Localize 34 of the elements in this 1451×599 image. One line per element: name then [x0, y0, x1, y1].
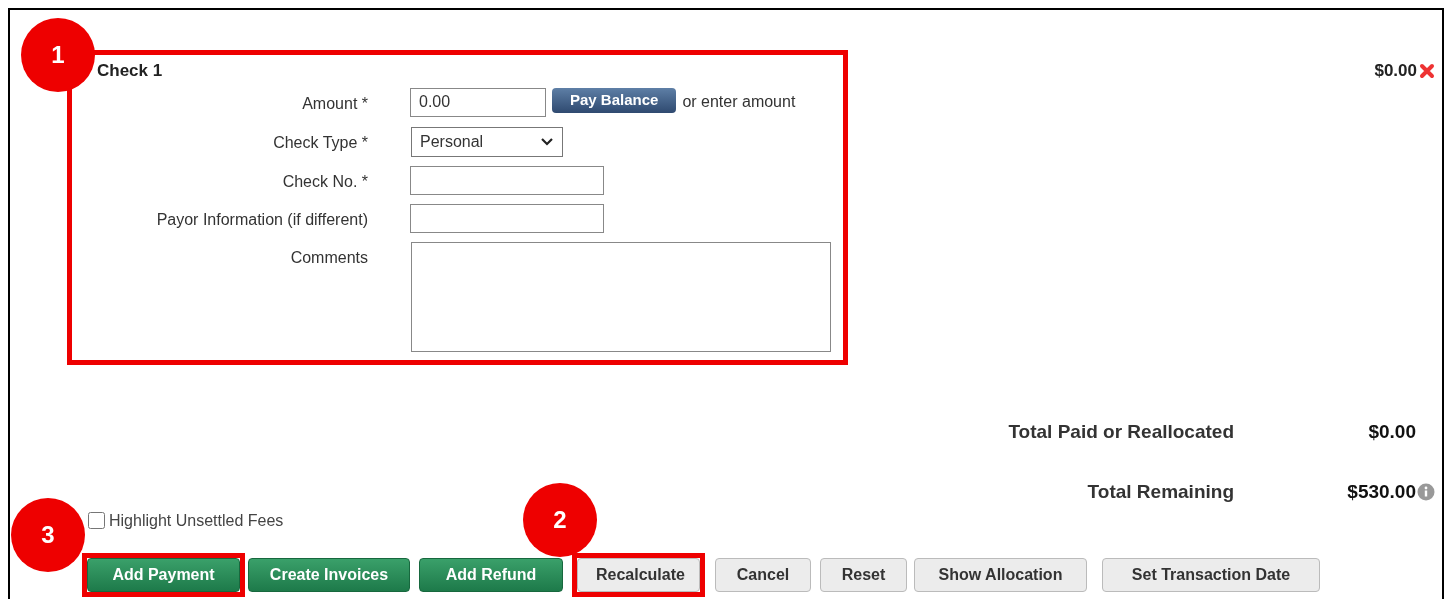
- callout-badge: 2: [523, 483, 597, 557]
- delete-icon[interactable]: [1419, 62, 1435, 79]
- total-value: $530.00: [1346, 480, 1416, 504]
- action-button[interactable]: Reset: [820, 557, 907, 592]
- action-button[interactable]: Recalculate: [577, 557, 700, 592]
- callout-badge: 3: [11, 498, 85, 572]
- action-button[interactable]: Show Allocation: [914, 557, 1087, 592]
- hint-text: or enter amount: [682, 92, 796, 112]
- total-label: Total Paid or Reallocated: [1008, 419, 1234, 444]
- comments-field[interactable]: [411, 241, 831, 352]
- action-button[interactable]: Create Invoices: [248, 557, 410, 592]
- field-label: Payor Information (if different): [155, 209, 368, 230]
- checkbox-label: Highlight Unsettled Fees: [109, 510, 284, 531]
- pay-balance-button[interactable]: Pay Balance: [552, 87, 677, 113]
- chevron-icon: [540, 136, 554, 147]
- field-label: Check No. *: [281, 171, 368, 192]
- total-label: Total Remaining: [1087, 480, 1234, 504]
- text-field[interactable]: [410, 203, 604, 233]
- field-label: Comments: [289, 247, 368, 268]
- check-type-dropdown[interactable]: Personal: [411, 126, 563, 157]
- action-button[interactable]: Cancel: [715, 557, 811, 592]
- field-label: Amount *: [301, 93, 368, 114]
- check-amount: $0.00: [1374, 60, 1417, 82]
- highlight-checkbox[interactable]: [88, 512, 105, 529]
- field-label: Check Type *: [272, 132, 368, 153]
- amount-field[interactable]: 0.00: [410, 87, 546, 117]
- text-field[interactable]: [410, 165, 604, 195]
- action-button[interactable]: Add Refund: [419, 557, 563, 592]
- info-icon[interactable]: [1417, 483, 1435, 502]
- action-button[interactable]: Set Transaction Date: [1102, 557, 1320, 592]
- action-button[interactable]: Add Payment: [87, 557, 240, 592]
- callout-badge: 1: [21, 18, 95, 92]
- section-title: Check 1: [97, 60, 164, 82]
- total-value: $0.00: [1367, 419, 1416, 444]
